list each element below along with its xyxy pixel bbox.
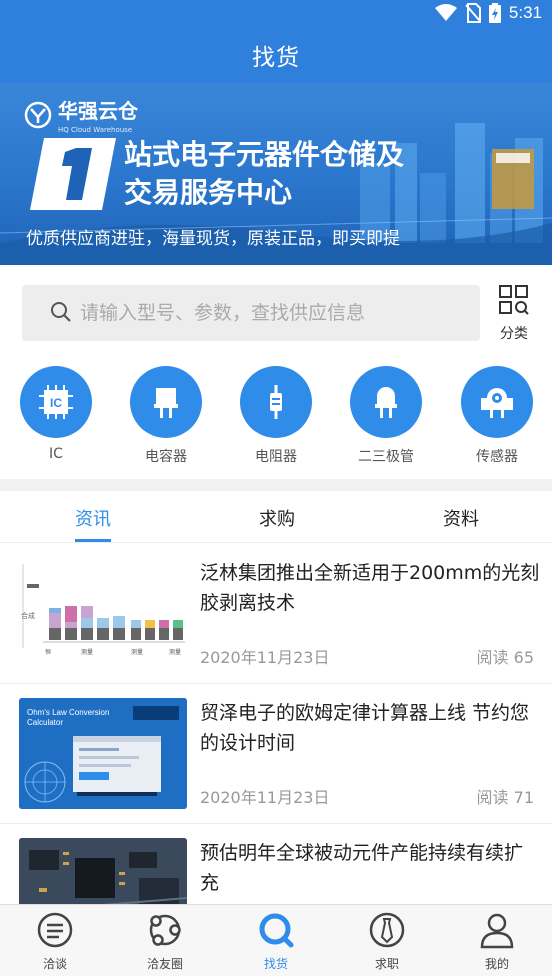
- chat-icon: [37, 912, 73, 948]
- search-box[interactable]: [22, 285, 480, 341]
- tab-indicator: [75, 539, 111, 542]
- category-sensor-circle: [461, 366, 533, 438]
- category-label-diode: 二三极管: [358, 449, 414, 465]
- banner-headline: 站式电子元器件仓储及 交易服务中心: [124, 136, 404, 212]
- diode-icon: [375, 387, 397, 418]
- circle-network-icon: [149, 914, 181, 946]
- banner-subline: 优质供应商进驻，海量现货，原装正品，即买即提: [26, 229, 400, 249]
- news-title: 贸泽电子的欧姆定律计算器上线 节约您的设计时间: [200, 702, 530, 754]
- nav-label-jobs: 求职: [374, 957, 399, 971]
- news-views: 阅读 71: [476, 788, 534, 807]
- user-icon: [480, 913, 514, 949]
- category-sensor[interactable]: 传感器: [452, 366, 542, 466]
- nav-label-chat: 洽谈: [42, 957, 67, 971]
- banner-number-one: [30, 138, 116, 210]
- category-label-sensor: 传感器: [476, 449, 518, 465]
- search-input[interactable]: [80, 285, 470, 341]
- capacitor-icon: [154, 388, 178, 418]
- tab-news[interactable]: 资讯: [33, 505, 153, 531]
- nav-label-profile: 我的: [484, 957, 509, 971]
- status-bar: 5:31: [0, 0, 552, 28]
- nav-jobs[interactable]: 求职: [347, 911, 427, 972]
- sensor-icon: [481, 388, 513, 418]
- hq-logo-icon: [24, 101, 52, 128]
- status-icons: 5:31: [434, 3, 542, 23]
- category-ic-circle: IC: [20, 366, 92, 438]
- tie-icon: [369, 912, 405, 948]
- app-bar: 找货: [0, 28, 552, 83]
- thumbnail-caption: Ohm's Law Conversion Calculator: [27, 708, 110, 727]
- bar-chart-thumbnail: 合成 恒 测量 测量 测量: [21, 564, 185, 656]
- news-item[interactable]: Ohm's Law Conversion Calculator 贸泽电子的欧姆定…: [0, 684, 552, 824]
- category-label-ic: IC: [49, 446, 63, 462]
- category-resistor-circle: [240, 366, 312, 438]
- search-icon: [259, 913, 294, 948]
- banner-logo-text: 华强云仓: [58, 99, 138, 123]
- battery-charging-icon: [488, 3, 501, 23]
- category-label-resistor: 电阻器: [255, 449, 297, 465]
- ic-chip-icon: IC: [39, 385, 73, 419]
- no-sim-icon: [465, 3, 481, 23]
- svg-text:测量: 测量: [131, 648, 143, 656]
- svg-text:测量: 测量: [169, 648, 181, 656]
- category-ic[interactable]: IC IC: [11, 366, 101, 462]
- nav-label-circle: 洽友圈: [146, 957, 183, 971]
- banner-headline-line2: 交易服务中心: [124, 176, 293, 209]
- section-divider: [0, 479, 552, 491]
- news-thumbnail: Ohm's Law Conversion Calculator: [19, 698, 187, 809]
- banner-headline-line1: 站式电子元器件仓储及: [124, 138, 405, 171]
- nav-search[interactable]: 找货: [236, 911, 316, 972]
- news-title: 泛林集团推出全新适用于200mm的光刻胶剥离技术: [200, 562, 540, 614]
- banner-logo-sub: HQ Cloud Warehouse: [58, 126, 133, 134]
- news-date: 2020年11月23日: [200, 788, 330, 807]
- category-diode-circle: [350, 366, 422, 438]
- grid-search-icon: [499, 285, 529, 315]
- category-label-capacitor: 电容器: [145, 449, 187, 465]
- news-item[interactable]: 合成 恒 测量 测量 测量 泛林集团推出全新适用于200mm的光刻胶剥离技术 2…: [0, 544, 552, 684]
- svg-text:合成: 合成: [21, 611, 35, 620]
- page-title: 找货: [252, 45, 300, 71]
- nav-circle[interactable]: 洽友圈: [125, 911, 205, 972]
- search-row: 分类: [22, 285, 532, 343]
- banner-logo: 华强云仓 HQ Cloud Warehouse: [24, 95, 138, 134]
- svg-text:测量: 测量: [81, 648, 93, 656]
- category-capacitor-circle: [130, 366, 202, 438]
- tab-documents[interactable]: 资料: [401, 505, 521, 531]
- category-resistor[interactable]: 电阻器: [231, 366, 321, 466]
- nav-chat[interactable]: 洽谈: [15, 911, 95, 972]
- content-tabs: 资讯 求购 资料: [0, 491, 552, 543]
- svg-text:IC: IC: [50, 396, 62, 410]
- nav-profile[interactable]: 我的: [457, 911, 537, 972]
- wifi-icon: [434, 4, 457, 21]
- news-thumbnail: 合成 恒 测量 测量 测量: [19, 558, 187, 669]
- nav-label-search: 找货: [263, 957, 288, 971]
- bottom-nav: 洽谈 洽友圈 找货 求职 我的: [0, 904, 552, 976]
- news-views: 阅读 65: [476, 648, 534, 667]
- news-date: 2020年11月23日: [200, 648, 330, 667]
- resistor-icon: [270, 385, 282, 419]
- category-diode[interactable]: 二三极管: [341, 366, 431, 466]
- svg-text:恒: 恒: [45, 648, 51, 656]
- category-capacitor[interactable]: 电容器: [121, 366, 211, 466]
- tab-purchase[interactable]: 求购: [217, 505, 337, 531]
- news-title: 预估明年全球被动元件产能持续有续扩充: [200, 842, 524, 894]
- status-time: 5:31: [508, 3, 542, 22]
- category-label: 分类: [500, 326, 528, 342]
- search-icon: [51, 302, 71, 322]
- category-icons: IC IC 电容器 电阻器 二三极管 传感器: [0, 366, 552, 466]
- category-button[interactable]: 分类: [496, 285, 532, 343]
